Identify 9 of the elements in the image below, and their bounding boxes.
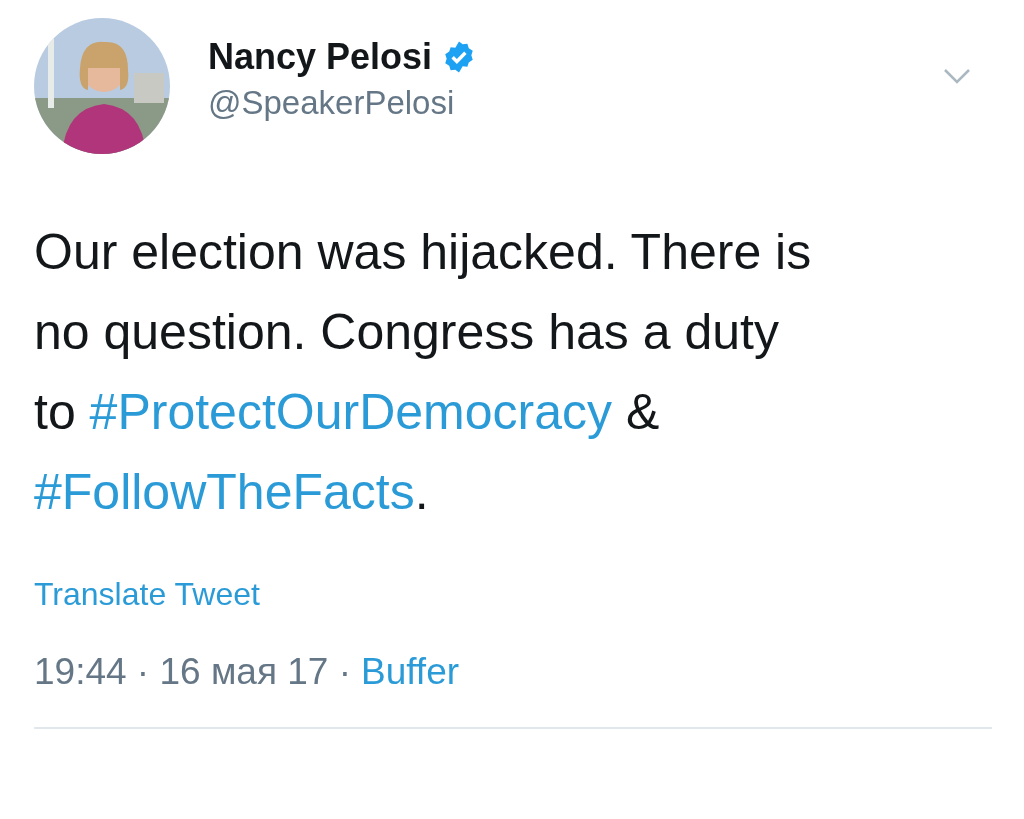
hashtag-link[interactable]: #FollowTheFacts — [34, 464, 415, 520]
translate-link[interactable]: Translate Tweet — [34, 576, 260, 613]
timestamp: 19:44 · 16 мая 17 · — [34, 651, 351, 693]
tweet-text: Our election was hijacked. There is no question. Congress has a duty to #ProtectOurDemocracy & #FollowTheFacts. — [34, 223, 813, 522]
chevron-down-icon[interactable] — [942, 66, 972, 86]
hashtag-link[interactable]: #ProtectOurDemocracy — [89, 384, 612, 440]
author-name[interactable]: Nancy Pelosi — [208, 36, 433, 78]
source-link[interactable]: Buffer — [361, 651, 460, 693]
author-handle: @SpeakerPelosi — [208, 84, 456, 122]
